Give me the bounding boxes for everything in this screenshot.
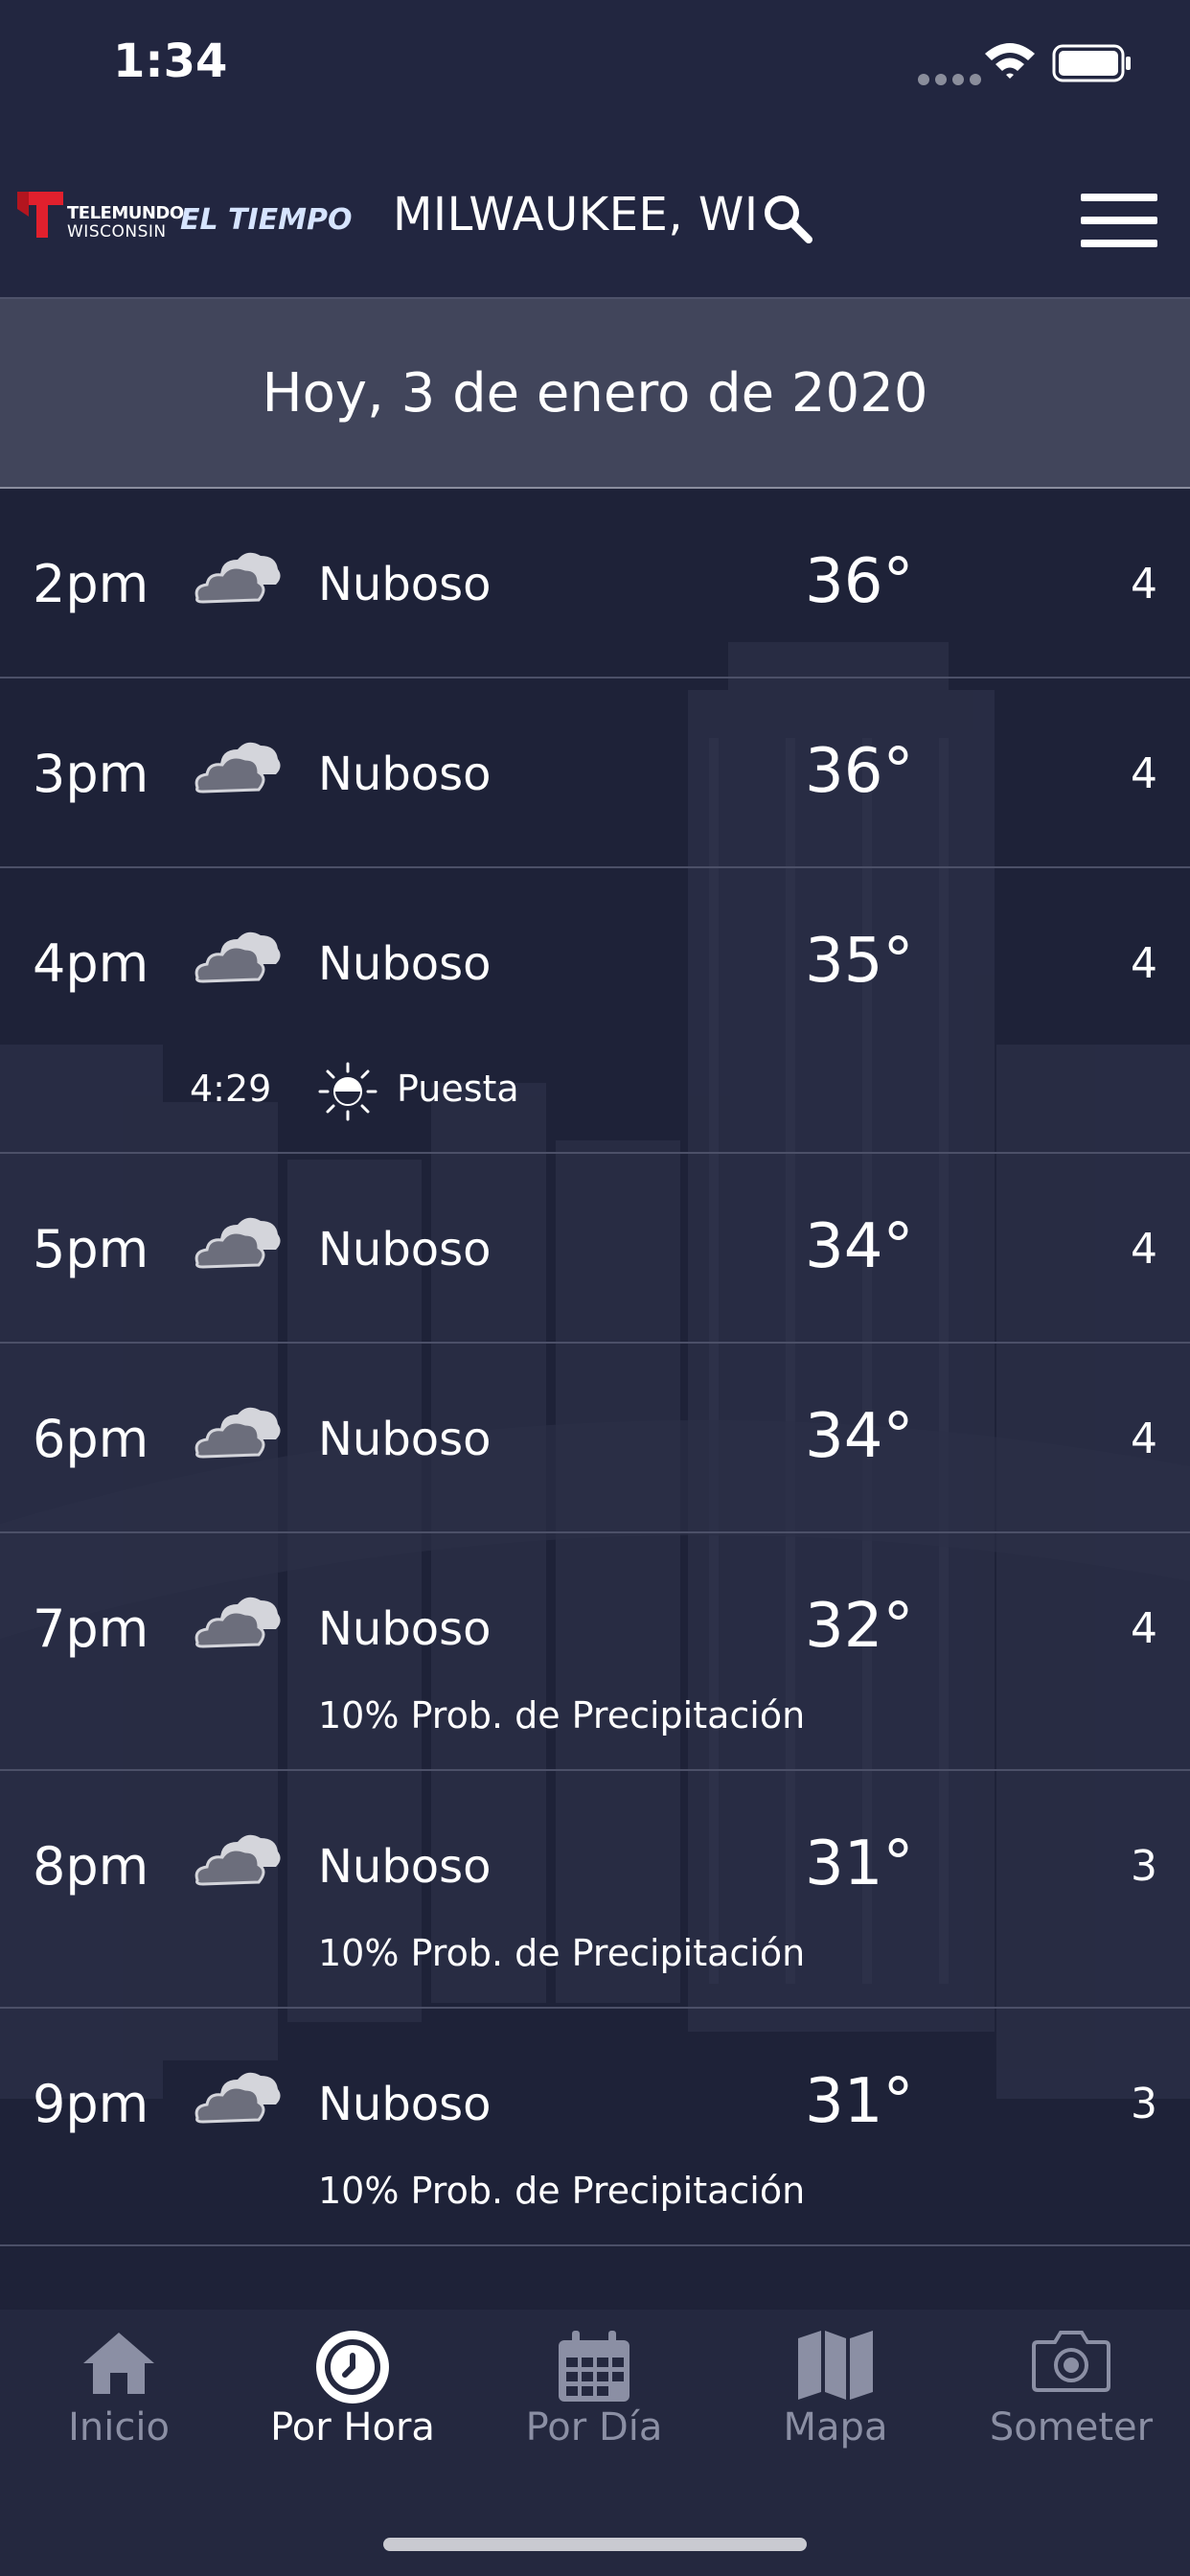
hamburger-menu-icon[interactable]: [1081, 194, 1157, 247]
cloudy-icon: [195, 1597, 281, 1648]
hourly-row[interactable]: 5pm Nuboso 34° 4: [0, 1154, 1190, 1344]
cloudy-icon: [195, 2072, 281, 2124]
telemundo-t-icon: [17, 192, 63, 238]
tab-label: Someter: [989, 2405, 1154, 2450]
hour-condition: Nuboso: [318, 1223, 492, 1276]
hour-time: 7pm: [33, 1598, 149, 1659]
sunset-icon: [318, 1062, 378, 1121]
battery-icon: [1052, 44, 1131, 82]
hourly-row[interactable]: 4pm Nuboso 35° 4 4:29 Puesta: [0, 868, 1190, 1154]
hourly-row[interactable]: 2pm Nuboso 36° 4: [0, 489, 1190, 678]
hour-wind: 3: [1131, 1842, 1157, 1891]
hourly-row[interactable]: 3pm Nuboso 36° 4: [0, 678, 1190, 868]
hour-time: 3pm: [33, 744, 149, 804]
tab-someter[interactable]: Someter: [952, 2310, 1190, 2501]
hour-temperature: 32°: [805, 1591, 914, 1662]
hour-temperature: 36°: [805, 736, 914, 807]
search-icon[interactable]: [761, 192, 814, 245]
hour-condition: Nuboso: [318, 1602, 492, 1656]
map-icon: [798, 2331, 873, 2400]
tab-por-dia[interactable]: Por Día: [475, 2310, 713, 2501]
tab-inicio[interactable]: Inicio: [0, 2310, 238, 2501]
hour-condition: Nuboso: [318, 558, 492, 611]
hourly-row[interactable]: 6pm Nuboso 34° 4: [0, 1344, 1190, 1533]
hour-condition: Nuboso: [318, 937, 492, 991]
logo-el-tiempo-text: EL TIEMPO: [180, 203, 353, 237]
hour-temperature: 34°: [805, 1211, 914, 1282]
tab-mapa[interactable]: Mapa: [717, 2310, 954, 2501]
cloudy-icon: [195, 1407, 281, 1459]
hour-temperature: 34°: [805, 1401, 914, 1472]
hour-condition: Nuboso: [318, 2078, 492, 2131]
hourly-row[interactable]: 8pm Nuboso 31° 3 10% Prob. de Precipitac…: [0, 1771, 1190, 2009]
hour-wind: 4: [1131, 560, 1157, 609]
location-label[interactable]: MILWAUKEE, WI: [393, 188, 758, 242]
precipitation-chance: 10% Prob. de Precipitación: [318, 2170, 806, 2212]
tab-label: Inicio: [68, 2405, 170, 2450]
logo-telemundo-text: TELEMUNDO: [67, 203, 184, 223]
tab-label: Por Día: [525, 2405, 663, 2450]
hour-time: 8pm: [33, 1836, 149, 1897]
signal-strength-icon: [918, 71, 987, 89]
hour-temperature: 36°: [805, 546, 914, 617]
precipitation-chance: 10% Prob. de Precipitación: [318, 1932, 806, 1974]
hour-condition: Nuboso: [318, 748, 492, 801]
hour-temperature: 31°: [805, 2066, 914, 2137]
date-label: Hoy, 3 de enero de 2020: [262, 362, 928, 425]
tab-label: Por Hora: [270, 2405, 435, 2450]
wifi-icon: [985, 43, 1035, 79]
sunset-label: Puesta: [397, 1068, 519, 1110]
camera-icon: [1032, 2331, 1110, 2392]
calendar-icon: [559, 2331, 629, 2402]
hourly-row[interactable]: 9pm Nuboso 31° 3 10% Prob. de Precipitac…: [0, 2009, 1190, 2246]
hour-wind: 4: [1131, 1414, 1157, 1463]
hour-temperature: 35°: [805, 926, 914, 997]
cloudy-icon: [195, 932, 281, 983]
hour-wind: 4: [1131, 1225, 1157, 1274]
hour-condition: Nuboso: [318, 1840, 492, 1894]
hourly-row[interactable]: 7pm Nuboso 32° 4 10% Prob. de Precipitac…: [0, 1533, 1190, 1771]
hour-wind: 3: [1131, 2080, 1157, 2128]
home-indicator[interactable]: [383, 2538, 807, 2551]
cloudy-icon: [195, 552, 281, 604]
status-time: 1:34: [113, 34, 228, 88]
hour-condition: Nuboso: [318, 1413, 492, 1466]
hour-time: 4pm: [33, 933, 149, 994]
hour-wind: 4: [1131, 939, 1157, 988]
clock-icon: [316, 2331, 389, 2404]
hour-time: 6pm: [33, 1409, 149, 1469]
hour-time: 5pm: [33, 1219, 149, 1279]
hour-temperature: 31°: [805, 1828, 914, 1899]
logo-wisconsin-text: WISCONSIN: [67, 222, 167, 242]
hour-wind: 4: [1131, 1604, 1157, 1653]
hour-time: 9pm: [33, 2074, 149, 2134]
tab-label: Mapa: [783, 2405, 888, 2450]
sunset-time: 4:29: [190, 1068, 272, 1110]
cloudy-icon: [195, 742, 281, 794]
tab-por-hora[interactable]: Por Hora: [234, 2310, 471, 2501]
precipitation-chance: 10% Prob. de Precipitación: [318, 1694, 806, 1736]
home-icon: [83, 2333, 154, 2394]
hour-time: 2pm: [33, 554, 149, 614]
cloudy-icon: [195, 1834, 281, 1886]
cloudy-icon: [195, 1217, 281, 1269]
hour-wind: 4: [1131, 749, 1157, 798]
